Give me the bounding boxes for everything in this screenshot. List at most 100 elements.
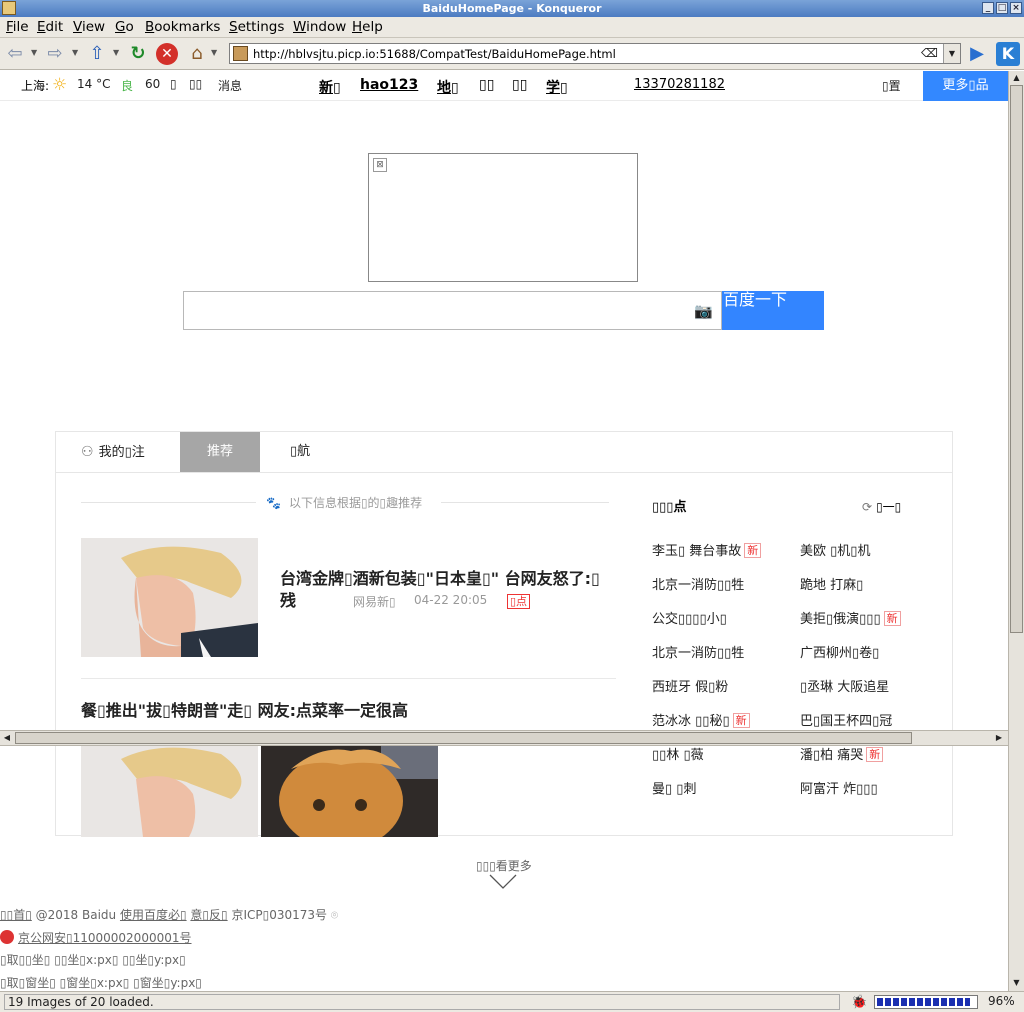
clear-location-icon[interactable]: ⌫ <box>921 46 938 60</box>
menu-help[interactable]: Help <box>352 19 383 35</box>
camera-icon[interactable]: 📷 <box>694 302 713 320</box>
nav-news[interactable]: 新▯ <box>319 77 341 97</box>
hot-item-text: 美欧 ▯机▯机 <box>800 544 871 559</box>
hot-item-text: 李玉▯ 舞台事故 <box>652 544 742 559</box>
terms-link[interactable]: 使用百度必▯ <box>120 908 187 922</box>
hot-item[interactable]: 李玉▯ 舞台事故新 <box>652 540 762 559</box>
hot-item[interactable]: 曼▯ ▯刺 <box>652 778 696 797</box>
bug-icon[interactable]: 🐞 <box>851 995 867 1010</box>
close-window-button[interactable]: × <box>1010 2 1022 14</box>
hot-item[interactable]: 北京一消防▯▯牲 <box>652 642 744 661</box>
forward-history-chevron-icon[interactable]: ▼ <box>72 48 78 57</box>
tab-navigation[interactable]: ▯航 <box>290 432 350 472</box>
hot-item[interactable]: 美欧 ▯机▯机 <box>800 540 870 559</box>
chevron-down-icon[interactable] <box>489 873 517 893</box>
nav-tieba[interactable]: ▯▯ <box>512 77 527 93</box>
scroll-up-icon[interactable]: ▲ <box>1009 71 1024 84</box>
refresh-hot-label: ▯一▯ <box>876 500 902 514</box>
news-image-cat[interactable] <box>261 739 438 837</box>
news-source-1: 网易新▯ <box>353 595 396 609</box>
hot-item[interactable]: ▯▯林 ▯薇 <box>652 744 704 763</box>
hot-item[interactable]: 西班牙 假▯粉 <box>652 676 728 695</box>
hot-item[interactable]: 北京一消防▯▯牲 <box>652 574 744 593</box>
tab-recommend[interactable]: 推荐 <box>180 432 260 472</box>
icp-text[interactable]: 京ICP▯030173号 <box>231 908 327 922</box>
vertical-scroll-thumb[interactable] <box>1010 85 1023 633</box>
scroll-down-icon[interactable]: ▼ <box>1009 976 1024 989</box>
nav-video[interactable]: ▯▯ <box>479 77 494 93</box>
new-badge: 新 <box>866 747 884 762</box>
home-chevron-icon[interactable]: ▼ <box>211 48 217 57</box>
up-icon[interactable]: ⇧ <box>86 43 108 65</box>
feedback-link[interactable]: 意▯反▯ <box>190 908 227 922</box>
hot-item-text: ▯▯林 ▯薇 <box>652 748 704 763</box>
hot-item-text: 美拒▯俄演▯▯▯ <box>800 612 881 627</box>
news-title-2[interactable]: 餐▯推出"拔▯特朗普"走▯ 网友:点菜率一定很高 <box>81 700 621 722</box>
reload-icon[interactable]: ↻ <box>127 43 149 65</box>
hot-item[interactable]: 巴▯国王杯四▯冠 <box>800 710 892 729</box>
scroll-right-icon[interactable]: ▶ <box>992 732 1006 744</box>
topnav-link-2[interactable]: ▯▯ <box>189 77 202 91</box>
horizontal-scrollbar[interactable]: ◀ ▶ <box>0 730 1008 746</box>
search-input[interactable]: 📷 <box>183 291 722 330</box>
air-quality-label[interactable]: 良 <box>121 77 133 94</box>
air-quality-value[interactable]: 60 <box>145 77 160 91</box>
hot-item[interactable]: 公交▯▯▯▯小▯ <box>652 608 727 627</box>
menu-bookmarks[interactable]: Bookmarks <box>145 19 220 35</box>
back-history-chevron-icon[interactable]: ▼ <box>31 48 37 57</box>
menu-settings[interactable]: Settings <box>229 19 284 35</box>
nav-xueshu[interactable]: 学▯ <box>546 77 568 97</box>
nav-map[interactable]: 地▯ <box>437 77 459 97</box>
location-bar[interactable]: http://hblvsjtu.picp.io:51688/CompatTest… <box>229 43 961 64</box>
hot-item[interactable]: ▯丞琳 大阪追星 <box>800 676 889 695</box>
menu-edit[interactable]: Edit <box>37 19 63 35</box>
location-dropdown-chevron-icon[interactable]: ▼ <box>943 44 960 63</box>
menu-file[interactable]: File <box>6 19 29 35</box>
minimize-button[interactable]: _ <box>982 2 994 14</box>
weather-city[interactable]: 上海: <box>21 77 49 94</box>
horizontal-scroll-thumb[interactable] <box>15 732 912 744</box>
up-chevron-icon[interactable]: ▼ <box>113 48 119 57</box>
hot-item[interactable]: 范冰冰 ▯▯秘▯ 新 <box>652 710 750 729</box>
hot-item[interactable]: 美拒▯俄演▯▯▯ 新 <box>800 608 901 627</box>
recommend-note-text: 以下信息根据▯的▯趣推荐 <box>288 496 423 510</box>
vertical-scrollbar[interactable]: ▲ ▼ <box>1008 71 1024 991</box>
zoom-level: 96% <box>988 994 1015 1008</box>
search-button[interactable]: 百度一下 <box>722 291 824 330</box>
user-phone-link[interactable]: 13370281182 <box>634 77 725 92</box>
topnav-link-1[interactable]: ▯ <box>170 77 177 91</box>
nav-hao123[interactable]: hao123 <box>360 77 418 93</box>
hot-item[interactable]: 阿富汗 炸▯▯▯ <box>800 778 878 797</box>
refresh-icon: ⟳ <box>862 500 873 514</box>
settings-link[interactable]: ▯置 <box>882 77 901 94</box>
back-icon[interactable]: ⇦ <box>4 43 26 65</box>
hot-item-text: 公交▯▯▯▯小▯ <box>652 612 727 627</box>
top-navigation: 上海: ☼ 14 °C 良 60 ▯ ▯▯ 消息 新▯ hao123 地▯ ▯▯… <box>0 71 1008 101</box>
note-divider-right <box>441 502 609 503</box>
kde-logo[interactable]: K <box>996 42 1020 66</box>
tab-my-follow[interactable]: ⚇ 我的▯注 <box>81 432 191 472</box>
weather-temperature[interactable]: 14 °C <box>77 77 110 91</box>
news-image-trump[interactable] <box>81 739 258 837</box>
news-thumbnail-trump[interactable] <box>81 538 258 657</box>
load-more-link[interactable]: ▯▯▯看更多 <box>476 857 532 874</box>
menu-window[interactable]: Window <box>293 19 346 35</box>
location-url[interactable]: http://hblvsjtu.picp.io:51688/CompatTest… <box>253 47 616 61</box>
home-icon[interactable]: ⌂ <box>186 43 208 65</box>
stop-icon[interactable]: ✕ <box>156 43 178 65</box>
hot-item-text: 广西柳州▯卷▯ <box>800 646 880 661</box>
menu-view[interactable]: View <box>73 19 105 35</box>
hot-item[interactable]: 潘▯柏 痛哭新 <box>800 744 884 763</box>
set-homepage-link[interactable]: ▯▯首▯ <box>0 908 32 922</box>
go-icon[interactable]: ▶ <box>966 43 988 65</box>
menu-go[interactable]: Go <box>115 19 134 35</box>
maximize-button[interactable]: □ <box>996 2 1008 14</box>
police-registration-link[interactable]: 京公网安▯11000002000001号 <box>18 931 192 945</box>
more-products-button[interactable]: 更多▯品 <box>923 71 1008 101</box>
hot-item[interactable]: 广西柳州▯卷▯ <box>800 642 879 661</box>
forward-icon[interactable]: ⇨ <box>44 43 66 65</box>
scroll-left-icon[interactable]: ◀ <box>0 732 14 744</box>
topnav-messages[interactable]: 消息 <box>218 77 242 94</box>
refresh-hot-button[interactable]: ⟳ ▯一▯ <box>862 498 901 515</box>
hot-item[interactable]: 跪地 打麻▯ <box>800 574 863 593</box>
